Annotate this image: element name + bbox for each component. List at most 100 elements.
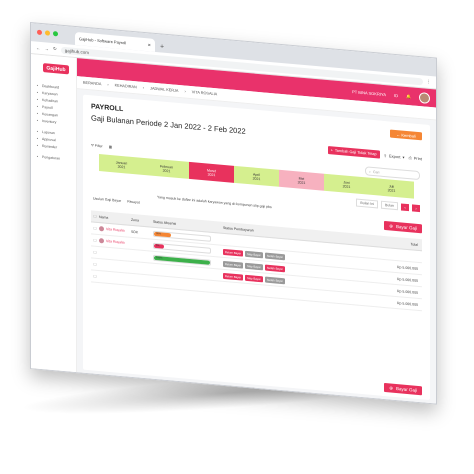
new-tab-button[interactable]: + <box>160 43 164 50</box>
employee-cell[interactable] <box>99 253 131 256</box>
back-label: Kembali <box>401 131 416 139</box>
plus-circle-icon: ⊕ <box>389 222 393 229</box>
reload-icon[interactable]: ↻ <box>53 46 57 52</box>
payment-status-tag[interactable]: Belum Bayar <box>223 272 244 281</box>
month-year: 2021 <box>297 179 306 185</box>
sidebar-item-label: Approval <box>42 136 56 142</box>
employee-avatar <box>99 226 104 232</box>
sort-select[interactable]: Bulan <box>381 200 398 211</box>
payroll-card: PAYROLL Gaji Bulanan Periode 2 Jan 2022 … <box>83 94 430 400</box>
page-subtitle: Gaji Bulanan Periode 2 Jan 2022 - 2 Feb … <box>91 113 246 136</box>
col-nama[interactable]: Nama <box>99 215 131 222</box>
search-placeholder: Cari <box>372 169 380 175</box>
pay-salary-button[interactable]: ⊕ Bayar Gaji <box>384 220 422 234</box>
employee-cell[interactable] <box>99 277 131 280</box>
sidebar: GajiHub • Dashboard • Karyawan • Kehadiran • Pa… <box>31 54 77 374</box>
export-button[interactable]: ⇪ Export ▾ <box>384 152 405 159</box>
payment-status-tag[interactable]: Belum Bayar <box>223 248 244 257</box>
box-icon: • <box>36 117 39 123</box>
payment-status-tag[interactable]: Sudah Bayar <box>264 276 285 284</box>
payment-status-tag[interactable]: Belum Bayar <box>223 260 244 269</box>
company-selector[interactable]: PT BINA SOKRIYA <box>352 89 386 97</box>
info-note: Yang masuk ke daftar ini adalah karyawan… <box>157 195 272 210</box>
sidebar-item-label: Laporan <box>42 129 55 135</box>
month-year: 2021 <box>117 164 126 169</box>
month-cell[interactable]: Mei 2021 <box>279 169 324 191</box>
zona-cell <box>131 279 153 281</box>
bell-icon: • <box>36 142 39 148</box>
filter-row: ⛛ Filter ▦ <box>91 143 112 149</box>
zona-cell: SDK <box>131 229 139 234</box>
chevron-down-icon: ▾ <box>402 154 405 160</box>
row-checkbox[interactable]: ☐ <box>91 262 99 267</box>
main-area: PT BINA SOKRIYA ID 🔔 BERANDA › KEHADIRAN › J… <box>77 58 436 405</box>
payment-status-tag[interactable]: Siap Bayar <box>245 250 263 258</box>
minimize-window-icon[interactable] <box>45 30 50 36</box>
payroll-table: ☐ Nama Zona Status Absensi Status Pembay… <box>91 210 422 312</box>
prev-page-button[interactable]: ‹ <box>401 202 409 211</box>
month-cell[interactable]: Juni 2021 <box>324 173 369 195</box>
employee-cell[interactable] <box>99 265 131 268</box>
row-checkbox[interactable]: ☐ <box>91 250 99 255</box>
period-select[interactable]: Bulan Ini <box>356 198 379 209</box>
month-cell[interactable]: Maret 2021 <box>189 161 234 183</box>
print-button[interactable]: ⎙ Print <box>409 155 422 161</box>
month-year: 2021 <box>252 175 261 181</box>
list-tabs: Usulan Gaji Bayar Riwayat <box>93 197 140 205</box>
forward-arrow-icon[interactable]: → <box>45 46 50 51</box>
add-salary-button[interactable]: + Tambah Gaji Tidak Tetap <box>327 146 380 159</box>
gear-icon: • <box>36 153 39 159</box>
tab-riwayat[interactable]: Riwayat <box>127 200 139 205</box>
payment-status-tag[interactable]: Siap Bayar <box>245 262 263 270</box>
employee-cell[interactable]: Vita Rosalia <box>99 226 131 234</box>
attendance-cell <box>153 281 223 287</box>
print-icon: ⎙ <box>408 154 412 160</box>
attendance-progress-fill: 5% <box>154 243 165 249</box>
close-tab-icon[interactable]: ✕ <box>148 42 151 47</box>
pay-salary-label: Bayar Gaji <box>395 224 417 231</box>
maximize-window-icon[interactable] <box>53 31 58 37</box>
browser-menu-icon[interactable]: ⋮ <box>427 79 432 85</box>
month-year: 2021 <box>387 187 396 193</box>
back-arrow-icon[interactable]: ← <box>36 45 41 50</box>
language-selector[interactable]: ID <box>394 92 398 97</box>
col-zona[interactable]: Zona <box>131 217 153 223</box>
month-cell[interactable]: Februari 2021 <box>144 157 189 179</box>
filter-button[interactable]: ⛛ Filter <box>91 143 103 148</box>
breadcrumb-separator-icon: › <box>107 82 109 87</box>
select-all-checkbox[interactable]: ☐ <box>91 214 99 219</box>
month-cell[interactable]: April 2021 <box>234 165 279 187</box>
stage: GajiHub - Software Payroll ✕ + ← → ↻ gaj… <box>0 0 474 474</box>
chart-icon: • <box>36 128 39 134</box>
bell-icon[interactable]: 🔔 <box>406 93 411 98</box>
browser-window: GajiHub - Software Payroll ✕ + ← → ↻ gaj… <box>30 22 437 405</box>
row-checkbox[interactable]: ☐ <box>91 238 99 243</box>
payment-status-tag[interactable]: Siap Bayar <box>245 274 263 282</box>
breadcrumb-item[interactable]: KEHADIRAN <box>115 83 137 89</box>
row-checkbox[interactable]: ☐ <box>91 274 99 279</box>
month-cell[interactable]: Januari 2021 <box>99 154 144 175</box>
tab-usulan[interactable]: Usulan Gaji Bayar <box>93 197 121 203</box>
breadcrumb-item[interactable]: JADWAL KERJA <box>150 87 178 93</box>
row-checkbox[interactable]: ☐ <box>91 226 99 231</box>
breadcrumb-item[interactable]: BERANDA <box>83 81 101 87</box>
breadcrumb-item[interactable]: VITA ROSALIA <box>192 90 217 96</box>
check-icon: • <box>36 135 39 141</box>
payment-status-tag[interactable]: Sudah Bayar <box>264 264 285 272</box>
page-title: PAYROLL <box>91 103 124 114</box>
user-avatar[interactable] <box>419 91 430 104</box>
employee-cell[interactable]: Vita Rosalia <box>99 238 131 246</box>
export-icon: ⇪ <box>383 152 387 158</box>
month-cell[interactable]: Juli 2021 <box>369 177 414 199</box>
calendar-icon[interactable]: ▦ <box>109 145 112 149</box>
sidebar-item-pengaturan[interactable]: • Pengaturan <box>35 152 76 163</box>
pay-salary-button-bottom[interactable]: ⊕ Bayar Gaji <box>384 382 422 396</box>
back-button[interactable]: ← Kembali <box>390 129 422 141</box>
month-year: 2021 <box>207 172 216 177</box>
next-page-button[interactable]: › <box>412 203 420 212</box>
sidebar-item-label: Kehadiran <box>42 97 58 103</box>
gajihub-logo: GajiHub <box>43 63 69 75</box>
close-window-icon[interactable] <box>37 29 42 36</box>
payment-status-tag[interactable]: Sudah Bayar <box>264 252 285 260</box>
employee-name: Vita Rosalia <box>106 239 125 245</box>
